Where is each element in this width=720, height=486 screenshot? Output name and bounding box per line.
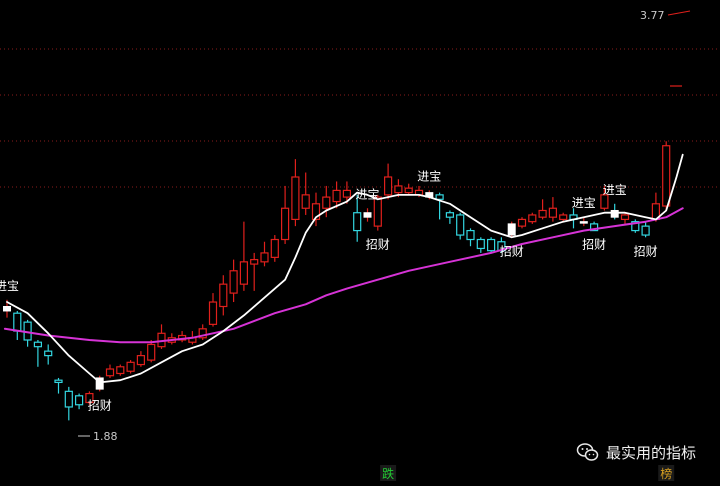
candle-body (74, 395, 84, 406)
bottom-tag: 榜 (660, 466, 672, 481)
grid-lines (0, 48, 720, 188)
price-pointer-high (667, 10, 691, 16)
candle-body (610, 209, 619, 218)
candle-body (353, 212, 362, 232)
wechat-icon (576, 443, 599, 461)
candle-body (507, 223, 516, 236)
annotation-label: 进宝 (603, 183, 627, 197)
annotation-label: 招财 (582, 238, 606, 252)
annotation-label: 进宝 (0, 279, 19, 293)
annotation-label: 招财 (634, 244, 658, 258)
candle-body (229, 270, 238, 294)
candle-body (136, 355, 145, 366)
ma-fast-line (6, 153, 684, 384)
candle-body (332, 189, 341, 203)
candle-wicks (6, 141, 667, 421)
candle-body (538, 209, 547, 218)
candle-body (445, 212, 454, 218)
candlestick-chart: 进宝招财进宝招财进宝招财进宝招财进宝招财3.771.88跌榜 (0, 9, 720, 481)
candle-body (373, 196, 382, 227)
price-label-low: 1.88 (93, 430, 118, 443)
candle-body (548, 207, 558, 218)
watermark-text: 最实用的指标 (605, 443, 696, 462)
candle-body (559, 214, 568, 221)
candle-body (3, 305, 11, 312)
watermark: 最实用的指标 (576, 440, 696, 464)
candle-body (208, 301, 218, 325)
annotation-label: 招财 (88, 398, 112, 412)
annotation-label: 进宝 (417, 169, 441, 183)
price-label-high: 3.77 (640, 9, 665, 22)
annotation-label: 进宝 (355, 187, 379, 201)
candle-body (270, 238, 279, 258)
candle-body (219, 283, 228, 308)
annotation-label: 进宝 (572, 196, 596, 210)
candle-body (147, 343, 156, 361)
candle-body (260, 252, 269, 263)
candle-body (456, 214, 465, 236)
candle-body (322, 196, 331, 209)
annotation-label: 招财 (500, 244, 524, 258)
bottom-tag: 跌 (382, 466, 394, 481)
candle-body (384, 176, 393, 196)
ma-slow-line (3, 207, 684, 344)
candle-body (476, 238, 485, 250)
candle-body (301, 194, 310, 209)
candle-body (13, 312, 22, 332)
candle-body (487, 238, 496, 252)
annotation-label: 招财 (366, 238, 390, 252)
candle-body (404, 187, 413, 194)
candle-body (466, 229, 475, 241)
candle-body (342, 189, 351, 198)
candle-body (116, 366, 125, 375)
candle-body (641, 225, 650, 236)
candle-body (281, 207, 290, 241)
chart-labels: 进宝招财进宝招财进宝招财进宝招财进宝招财3.771.88跌榜 (0, 9, 691, 481)
candle-body (64, 390, 73, 408)
candle-body (291, 176, 300, 221)
candle-body (54, 379, 63, 384)
candle-body (620, 214, 630, 221)
candle-body (239, 261, 248, 285)
candle-body (394, 185, 403, 194)
candle-body (33, 341, 43, 348)
candle-body (105, 368, 115, 377)
candle-body (126, 361, 135, 372)
candle-body (600, 194, 609, 209)
candle-body (662, 145, 671, 207)
candle-body (250, 259, 259, 265)
candle-body (44, 350, 53, 357)
candle-body (435, 194, 444, 200)
candle-body (528, 214, 537, 223)
candle-body (517, 218, 527, 227)
moving-averages (3, 153, 684, 384)
candle-body (363, 212, 372, 218)
candle-body (579, 221, 588, 224)
